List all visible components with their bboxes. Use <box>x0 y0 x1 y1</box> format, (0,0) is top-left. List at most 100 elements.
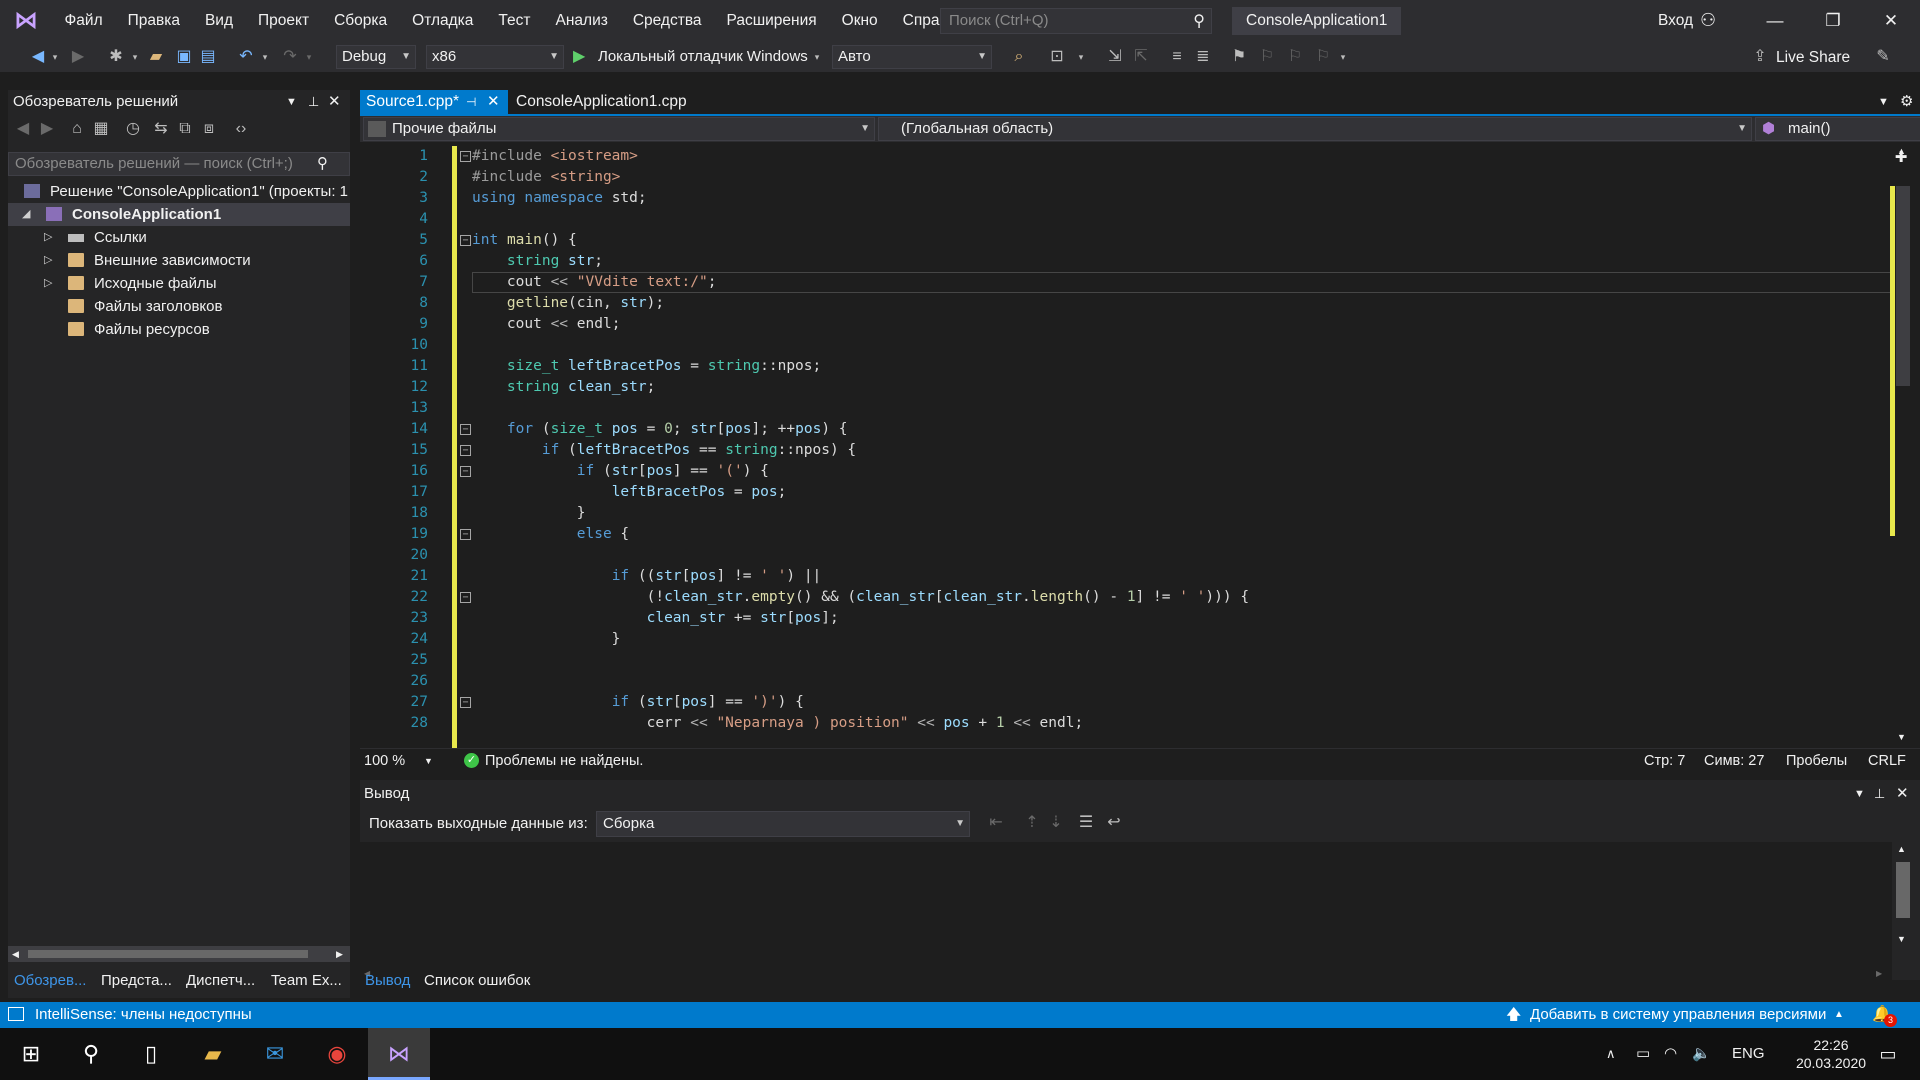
debug-target-select[interactable]: Авто ▼ <box>832 45 992 69</box>
tree-item-source-files[interactable]: ▷ Исходные файлы <box>8 272 350 295</box>
collapse-region-icon[interactable]: − <box>460 424 471 435</box>
wifi-icon[interactable]: ◠ <box>1664 1028 1677 1080</box>
problems-status[interactable]: Проблемы не найдены. <box>485 749 643 773</box>
tab-class-view[interactable]: Предста... <box>101 968 172 994</box>
solution-search-input[interactable]: Обозреватель решений — поиск (Ctrl+;) ⚲ <box>8 152 350 176</box>
menu-test[interactable]: Тест <box>486 0 543 42</box>
output-text-area[interactable] <box>360 842 1892 968</box>
output-source-select[interactable]: Сборка ▼ <box>596 811 970 837</box>
back-dropdown-icon[interactable]: ▾ <box>50 46 60 68</box>
search-icon[interactable]: ⚲ <box>317 153 328 175</box>
browser-link-dropdown-icon[interactable]: ▾ <box>1076 46 1086 68</box>
tab-consoleapplication1-cpp[interactable]: ConsoleApplication1.cpp <box>510 90 693 114</box>
pending-changes-icon[interactable]: ◷ <box>124 118 142 140</box>
panel-options-chevron-icon[interactable]: ▼ <box>1854 782 1865 806</box>
visual-studio-taskbar-icon[interactable]: ⋈ <box>368 1028 430 1080</box>
tree-item-external-dependencies[interactable]: ▷ Внешние зависимости <box>8 249 350 272</box>
scroll-up-icon[interactable]: ▲ <box>1897 844 1906 854</box>
forward-arrow-icon[interactable]: ▶ <box>68 46 88 68</box>
member-select[interactable]: ⬢ main() ▼ <box>1755 117 1920 141</box>
chevron-up-icon[interactable]: ▲ <box>1834 1002 1844 1028</box>
scrollbar-thumb[interactable] <box>1896 862 1910 918</box>
cursor-line[interactable]: Стр: 7 <box>1644 749 1685 773</box>
find-in-files-icon[interactable]: ⌕ <box>1008 46 1030 68</box>
tab-source1-cpp[interactable]: Source1.cpp* ⊣ ✕ <box>360 90 508 114</box>
next-message-icon[interactable]: ⇣ <box>1046 812 1066 834</box>
scrollbar-thumb[interactable] <box>28 950 308 958</box>
next-bookmark-icon[interactable]: ⚐ <box>1284 46 1306 68</box>
pin-icon[interactable]: ⊥ <box>308 90 319 114</box>
live-share-button[interactable]: Live Share <box>1776 46 1850 70</box>
toolbar-overflow-icon[interactable]: ▾ <box>1336 46 1350 68</box>
open-folder-icon[interactable]: ▰ <box>146 46 166 68</box>
find-message-icon[interactable]: ⇤ <box>986 812 1006 834</box>
previous-bookmark-icon[interactable]: ⚐ <box>1256 46 1278 68</box>
zoom-level-select[interactable]: 100 % <box>364 749 405 773</box>
scroll-down-icon[interactable]: ▼ <box>1897 934 1906 944</box>
panel-options-chevron-icon[interactable]: ▼ <box>286 90 297 114</box>
browser-link-icon[interactable]: ⊡ <box>1046 46 1068 68</box>
quick-search-input[interactable]: Поиск (Ctrl+Q) ⚲ <box>940 8 1212 34</box>
settings-gear-icon[interactable]: ⚙ <box>1900 90 1913 114</box>
collapse-region-icon[interactable]: − <box>460 592 471 603</box>
task-view-icon[interactable]: ▯ <box>120 1028 182 1080</box>
show-all-files-icon[interactable]: ⧈ <box>200 118 218 140</box>
menu-window[interactable]: Окно <box>829 0 890 42</box>
menu-tools[interactable]: Средства <box>620 0 714 42</box>
restore-button[interactable]: ❐ <box>1804 0 1862 42</box>
collapse-region-icon[interactable]: − <box>460 235 471 246</box>
tab-error-list[interactable]: Список ошибок <box>424 968 530 994</box>
menu-file[interactable]: Файл <box>52 0 115 42</box>
whitespace-mode[interactable]: Пробелы <box>1786 749 1847 773</box>
tree-item-solution[interactable]: Решение "ConsoleApplication1" (проекты: … <box>8 180 350 203</box>
feedback-icon[interactable]: ✎ <box>1872 46 1894 68</box>
new-project-icon[interactable]: ✱ <box>106 46 126 68</box>
tree-item-project[interactable]: ◢ ConsoleApplication1 <box>8 203 350 226</box>
chrome-icon[interactable]: ◉ <box>306 1028 368 1080</box>
bookmark-icon[interactable]: ⚑ <box>1228 46 1250 68</box>
redo-icon[interactable]: ↷ <box>280 46 300 68</box>
project-scope-select[interactable]: Прочие файлы ▼ <box>363 117 875 141</box>
solution-configuration-select[interactable]: Debug ▼ <box>336 45 416 69</box>
minimize-button[interactable]: — <box>1746 0 1804 42</box>
close-window-button[interactable]: ✕ <box>1862 0 1920 42</box>
tree-item-resource-files[interactable]: Файлы ресурсов <box>8 318 350 341</box>
collapsed-arrow-icon[interactable]: ▷ <box>44 249 52 272</box>
add-to-source-control-button[interactable]: Добавить в систему управления версиями <box>1530 1002 1826 1028</box>
windows-start-icon[interactable]: ⊞ <box>0 1028 62 1080</box>
system-clock[interactable]: 22:26 20.03.2020 <box>1786 1036 1876 1072</box>
pin-icon[interactable]: ⊥ <box>1874 782 1885 806</box>
scroll-right-icon[interactable]: ▶ <box>336 946 343 962</box>
code-text[interactable]: #include <iostream> #include <string> us… <box>472 142 1892 748</box>
menu-view[interactable]: Вид <box>192 0 245 42</box>
clear-all-icon[interactable]: ☰ <box>1076 812 1096 834</box>
view-code-icon[interactable]: ‹› <box>230 118 252 140</box>
collapsed-arrow-icon[interactable]: ▷ <box>44 226 52 249</box>
collapse-region-icon[interactable]: − <box>460 151 471 162</box>
redo-dropdown-icon[interactable]: ▾ <box>304 46 314 68</box>
back-icon[interactable]: ◀ <box>14 118 32 140</box>
tree-item-references[interactable]: ▷ Ссылки <box>8 226 350 249</box>
chevron-down-icon[interactable]: ▼ <box>424 749 433 773</box>
step-over-icon[interactable]: ⇱ <box>1130 46 1152 68</box>
action-center-icon[interactable]: ▭ <box>1868 1028 1908 1080</box>
tab-property-manager[interactable]: Диспетч... <box>186 968 255 994</box>
close-panel-icon[interactable]: ✕ <box>1896 782 1909 806</box>
start-debugging-play-icon[interactable]: ▶ <box>573 46 585 68</box>
debugger-dropdown-icon[interactable]: ▾ <box>812 46 822 68</box>
clear-bookmarks-icon[interactable]: ⚐ <box>1312 46 1334 68</box>
tab-output[interactable]: Вывод <box>365 968 410 994</box>
tab-team-explorer[interactable]: Team Ex... <box>271 968 342 994</box>
live-share-icon[interactable]: ⇪ <box>1750 46 1770 68</box>
user-account-icon[interactable]: ⚇ <box>1700 10 1716 31</box>
file-explorer-icon[interactable]: ▰ <box>182 1028 244 1080</box>
menu-debug[interactable]: Отладка <box>400 0 486 42</box>
solution-platform-select[interactable]: x86 ▼ <box>426 45 564 69</box>
collapse-region-icon[interactable]: − <box>460 529 471 540</box>
battery-icon[interactable]: ▭ <box>1636 1028 1650 1080</box>
volume-icon[interactable]: 🔈 <box>1692 1028 1711 1080</box>
undo-icon[interactable]: ↶ <box>236 46 256 68</box>
previous-message-icon[interactable]: ⇡ <box>1022 812 1042 834</box>
expanded-arrow-icon[interactable]: ◢ <box>22 203 30 226</box>
uncomment-icon[interactable]: ≣ <box>1192 46 1214 68</box>
